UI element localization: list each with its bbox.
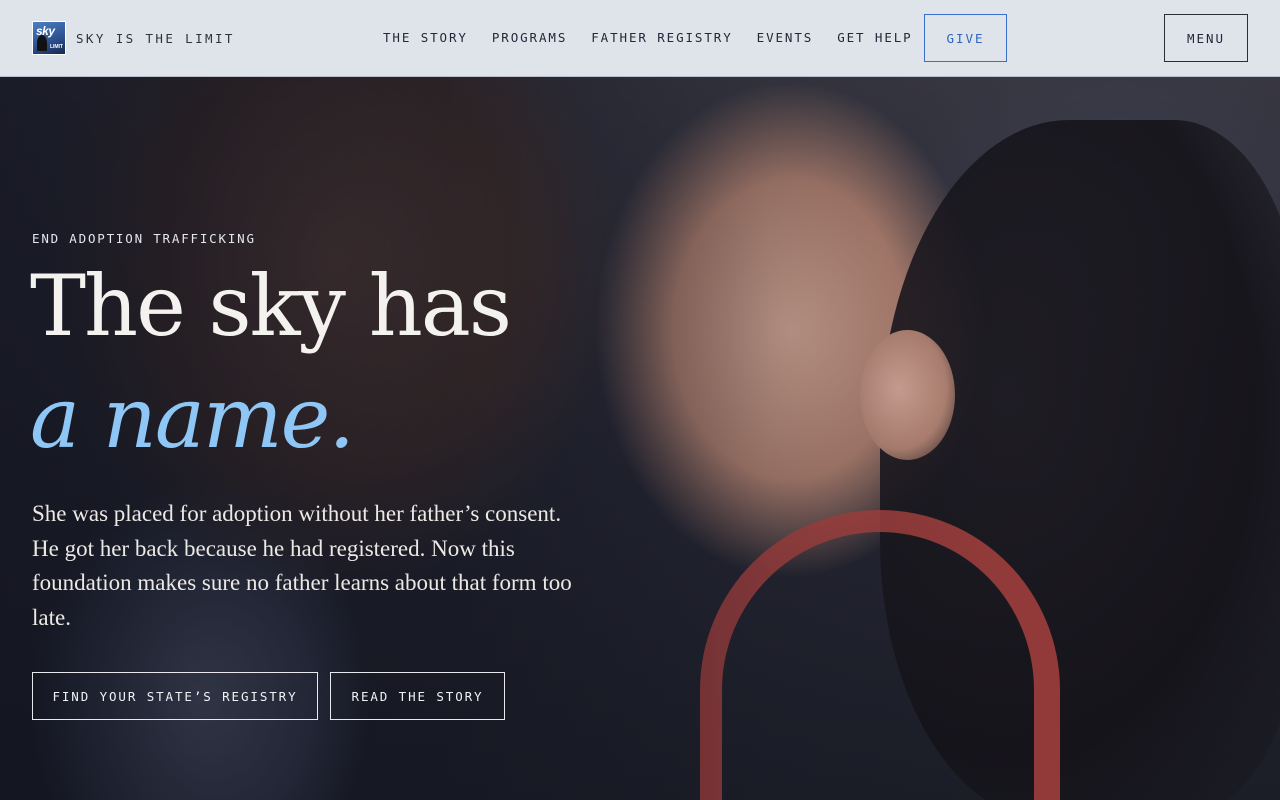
hero-headline: The sky has a name.: [30, 250, 512, 474]
hero-eyebrow: END ADOPTION TRAFFICKING: [32, 231, 256, 246]
headline-line-2: a name.: [30, 369, 355, 467]
nav-father-registry[interactable]: FATHER REGISTRY: [591, 30, 732, 45]
headline-line-1: The sky has: [30, 257, 512, 355]
read-story-button[interactable]: READ THE STORY: [330, 672, 505, 720]
nav-events[interactable]: EVENTS: [757, 30, 814, 45]
brand-logo: sky LIMIT: [32, 21, 66, 55]
logo-sub: LIMIT: [49, 44, 63, 50]
brand-home-link[interactable]: sky LIMIT SKY IS THE LIMIT: [32, 21, 235, 55]
nav-get-help[interactable]: GET HELP: [837, 30, 912, 45]
menu-button[interactable]: MENU: [1164, 14, 1248, 62]
hero-lede: She was placed for adoption without her …: [32, 501, 572, 630]
give-button[interactable]: GIVE: [924, 14, 1007, 62]
nav-the-story[interactable]: THE STORY: [383, 30, 468, 45]
hero-section: END ADOPTION TRAFFICKING The sky has a n…: [0, 0, 1280, 800]
site-header: sky LIMIT SKY IS THE LIMIT THE STORY PRO…: [0, 0, 1280, 77]
nav-programs[interactable]: PROGRAMS: [492, 30, 567, 45]
brand-name: SKY IS THE LIMIT: [76, 30, 235, 46]
logo-figure-icon: [37, 35, 47, 51]
find-registry-button[interactable]: FIND YOUR STATE’S REGISTRY: [32, 672, 318, 720]
main-nav: THE STORY PROGRAMS FATHER REGISTRY EVENT…: [383, 30, 937, 45]
